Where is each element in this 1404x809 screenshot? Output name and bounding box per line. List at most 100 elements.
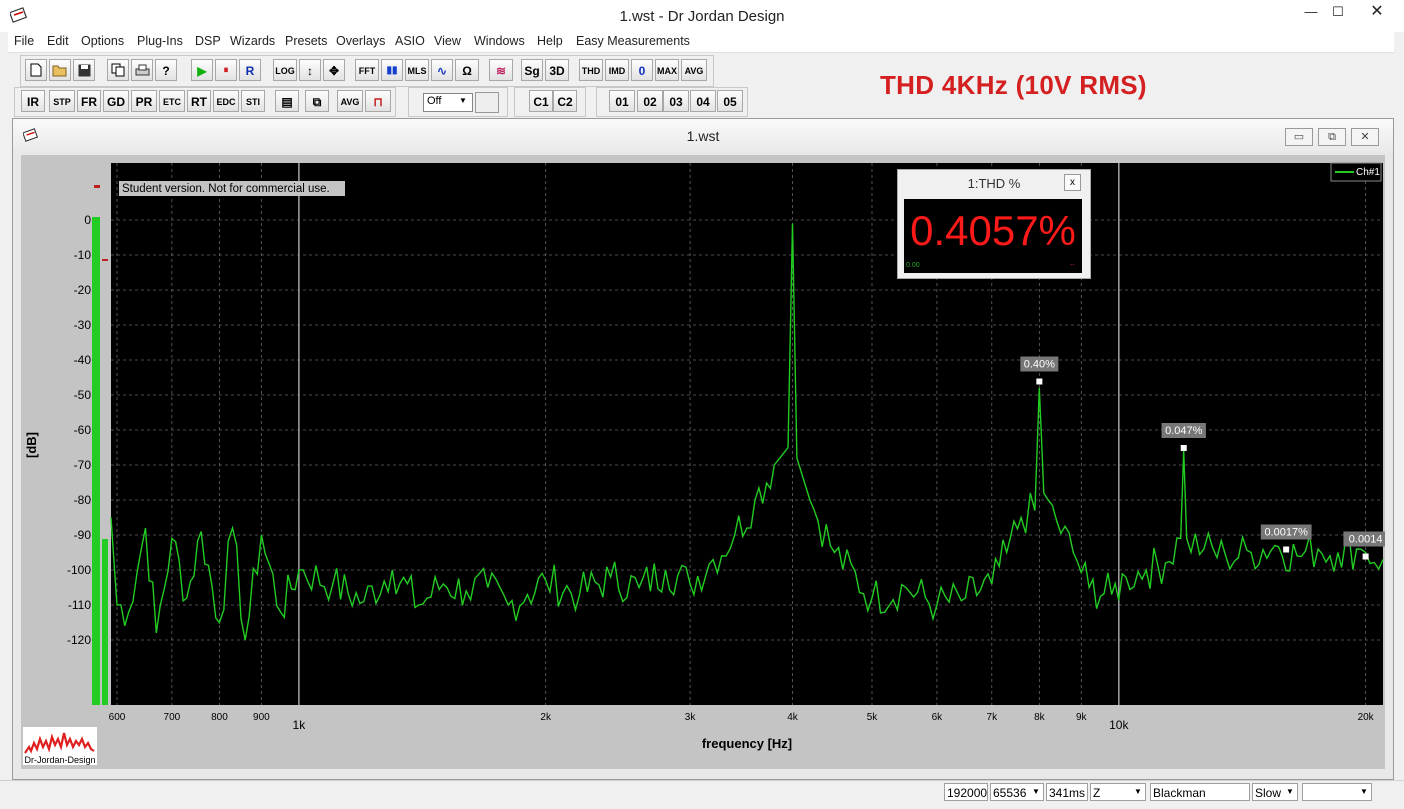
window-title: 1.wst - Dr Jordan Design [619,8,785,25]
menu-overlays[interactable]: Overlays [336,34,385,48]
rt-button[interactable]: RT [187,90,211,112]
copy-button[interactable] [107,59,129,81]
record-button[interactable]: R [239,59,261,81]
y-tick-label: -110 [68,598,91,612]
ir-button[interactable]: IR [21,90,45,112]
new-icon [30,63,42,77]
menu-options[interactable]: Options [81,34,124,48]
waveform-button[interactable]: ∿ [431,59,453,81]
print-button[interactable] [131,59,153,81]
preset-04-button[interactable]: 04 [690,90,716,112]
etc-button[interactable]: ETC [159,90,185,112]
overlay-button[interactable]: ≋ [489,59,513,81]
x-axis-label: frequency [Hz] [702,736,792,751]
y-axis-label: [dB] [24,432,39,458]
peak-marker [94,185,100,188]
impedance-button[interactable]: Ω [455,59,479,81]
new-file-button[interactable] [25,59,47,81]
vertical-zoom-button[interactable]: ↕ [299,59,321,81]
menu-wizards[interactable]: Wizards [230,34,275,48]
y-tick-label: -40 [74,353,92,367]
weighting-select[interactable]: Z ▼ [1090,783,1146,801]
stp-button[interactable]: STP [49,90,75,112]
color-swatch[interactable] [475,92,499,113]
menu-bar: File Edit Options Plug-Ins DSP Wizards P… [8,32,1394,53]
x-tick-label: 10k [1109,718,1129,732]
smoothing-select[interactable]: Off ▼ [423,93,473,112]
toolbar-select: Off ▼ [408,87,508,117]
menu-presets[interactable]: Presets [285,34,327,48]
preset-02-button[interactable]: 02 [637,90,663,112]
spectrum-bars-button[interactable]: ▮▮ [381,59,403,81]
chevron-down-icon: ▼ [1134,787,1142,796]
help-button[interactable]: ? [155,59,177,81]
max-button[interactable]: MAX [655,59,679,81]
windows-button[interactable]: ⧉ [305,90,329,112]
minimize-button[interactable]: — [1296,0,1326,24]
toolbar-views: IR STP FR GD PR ETC RT EDC STI ▤ ⧉ AVG ⊓ [14,87,396,117]
filter-button[interactable]: ▤ [275,90,299,112]
close-button[interactable]: ✕ [1350,0,1404,24]
thd-panel[interactable]: 1:THD % x 0.4057% 0.00 -- [897,169,1091,279]
thd-button[interactable]: THD [579,59,603,81]
x-tick-label: 7k [987,712,999,723]
sti-button[interactable]: STI [241,90,265,112]
channel-1-button[interactable]: C1 [529,90,553,112]
menu-easy-measurements[interactable]: Easy Measurements [576,34,690,48]
preset-05-button[interactable]: 05 [717,90,743,112]
menu-dsp[interactable]: DSP [195,34,221,48]
menu-help[interactable]: Help [537,34,563,48]
plot-area[interactable]: 0 -10 -20 -30 -40 -50 -60 -70 -80 -90 -100 -110 -120… [21,155,1385,769]
x-tick-label: 20k [1358,712,1375,723]
menu-plugins[interactable]: Plug-Ins [137,34,183,48]
fft-size-select[interactable]: 65536 ▼ [990,783,1044,801]
child-restore-button[interactable]: ⧉ [1318,128,1346,146]
sg-button[interactable]: Sg [521,59,543,81]
chevron-down-icon: ▼ [1286,787,1294,796]
zero-button[interactable]: 0 [631,59,653,81]
log-button[interactable]: LOG [273,59,297,81]
student-notice: Student version. Not for commercial use. [122,183,330,195]
thd-panel-close-button[interactable]: x [1064,174,1081,191]
extra-select[interactable]: ▼ [1302,783,1372,801]
harmonic-label: 0.0014 [1349,534,1383,546]
pr-button[interactable]: PR [131,90,157,112]
open-file-button[interactable] [49,59,71,81]
preset-03-button[interactable]: 03 [663,90,689,112]
toolbar-main: ? ▶ ⏸ R LOG ↕ ✥ FFT ▮▮ MLS ∿ Ω ≋ Sg 3D T… [20,55,714,87]
child-close-button[interactable]: ✕ [1351,128,1379,146]
menu-asio[interactable]: ASIO [395,34,425,48]
chevron-down-icon: ▼ [1360,787,1368,796]
fr-button[interactable]: FR [77,90,101,112]
y-tick-label: -100 [67,563,91,577]
gd-button[interactable]: GD [103,90,129,112]
gate-button[interactable]: ⊓ [365,90,391,112]
edc-button[interactable]: EDC [213,90,239,112]
level-meter-left [92,217,100,705]
channel-2-button[interactable]: C2 [553,90,577,112]
smoothing-select-value: Off [427,95,442,107]
fft-button[interactable]: FFT [355,59,379,81]
x-tick-label: 600 [109,712,126,723]
y-tick-label: -60 [74,423,92,437]
preset-01-button[interactable]: 01 [609,90,635,112]
child-minimize-button[interactable]: ▭ [1285,128,1313,146]
mls-button[interactable]: MLS [405,59,429,81]
y-tick-label: 0 [84,213,91,227]
pan-button[interactable]: ✥ [323,59,345,81]
speed-select[interactable]: Slow ▼ [1252,783,1298,801]
menu-windows[interactable]: Windows [474,34,525,48]
menu-view[interactable]: View [434,34,461,48]
3d-button[interactable]: 3D [545,59,569,81]
frequency-plot[interactable]: 0 -10 -20 -30 -40 -50 -60 -70 -80 -90 -100 -110 -120… [21,155,1385,769]
play-button[interactable]: ▶ [191,59,213,81]
pause-button[interactable]: ⏸ [215,59,237,81]
avg2-button[interactable]: AVG [337,90,363,112]
x-tick-label: 1k [293,718,307,732]
imd-button[interactable]: IMD [605,59,629,81]
maximize-button[interactable]: ☐ [1323,0,1353,24]
avg-button[interactable]: AVG [681,59,707,81]
save-button[interactable] [73,59,95,81]
menu-edit[interactable]: Edit [47,34,69,48]
menu-file[interactable]: File [14,34,34,48]
